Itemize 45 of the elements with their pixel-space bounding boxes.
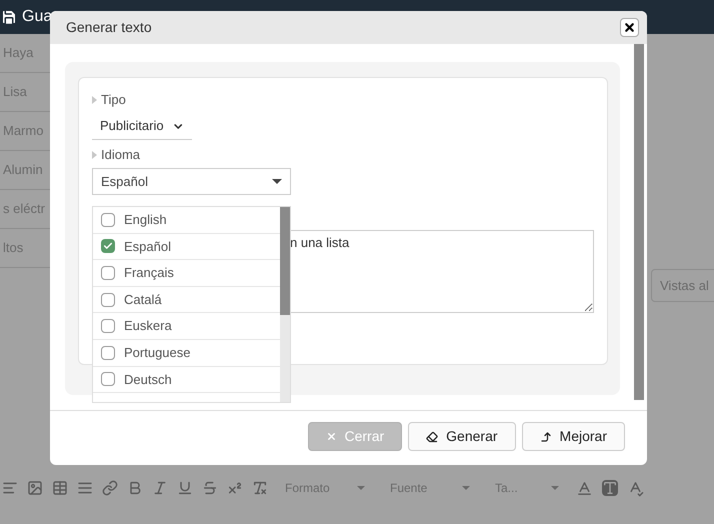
strikethrough-icon[interactable]	[202, 480, 218, 496]
improve-button[interactable]: Mejorar	[522, 422, 625, 451]
checkbox[interactable]	[101, 239, 115, 254]
close-button[interactable]	[620, 18, 639, 37]
eraser-icon	[426, 430, 438, 442]
language-option[interactable]: Portuguese	[93, 340, 280, 367]
text-color-icon[interactable]	[576, 480, 593, 496]
scrollbar[interactable]	[634, 44, 644, 400]
checkbox[interactable]	[101, 292, 115, 307]
checkbox[interactable]	[101, 266, 115, 280]
clear-format-icon[interactable]	[252, 480, 268, 496]
superscript-icon[interactable]	[227, 480, 243, 496]
image-icon[interactable]	[27, 480, 43, 496]
language-option[interactable]: English	[93, 207, 280, 234]
close-icon	[326, 431, 336, 442]
save-icon[interactable]	[0, 8, 18, 26]
close-icon	[623, 21, 636, 34]
caret-right-icon	[92, 96, 97, 104]
language-option[interactable]: Deutsch	[93, 366, 280, 394]
checkbox[interactable]	[101, 346, 115, 360]
field-label: Idioma	[101, 146, 140, 164]
language-option[interactable]: Français	[93, 260, 280, 287]
scrollbar-thumb[interactable]	[280, 207, 290, 315]
language-option[interactable]: Euskera	[93, 313, 280, 340]
checkbox[interactable]	[101, 319, 115, 334]
link-icon[interactable]	[102, 480, 118, 496]
checkbox[interactable]	[101, 212, 115, 227]
align-icon[interactable]	[2, 480, 18, 496]
language-option[interactable]: Catalá	[93, 286, 280, 314]
language-select[interactable]: Español	[92, 168, 291, 195]
arrow-up-icon	[540, 430, 552, 442]
highlight-icon[interactable]	[602, 480, 618, 496]
field-label: Tipo	[101, 91, 126, 110]
check-icon	[103, 241, 113, 252]
lines-icon[interactable]	[77, 480, 93, 496]
dialog-title: Generar texto	[66, 18, 152, 37]
table-icon[interactable]	[52, 480, 68, 496]
generate-button[interactable]: Generar	[408, 422, 516, 451]
checkbox[interactable]	[101, 372, 115, 386]
caret-down-icon	[272, 179, 282, 184]
italic-icon[interactable]	[152, 480, 168, 496]
caret-right-icon	[92, 151, 97, 159]
underline-icon[interactable]	[177, 480, 193, 496]
tipo-select[interactable]: Publicitario	[92, 113, 192, 140]
language-option[interactable]: Español	[93, 234, 280, 260]
